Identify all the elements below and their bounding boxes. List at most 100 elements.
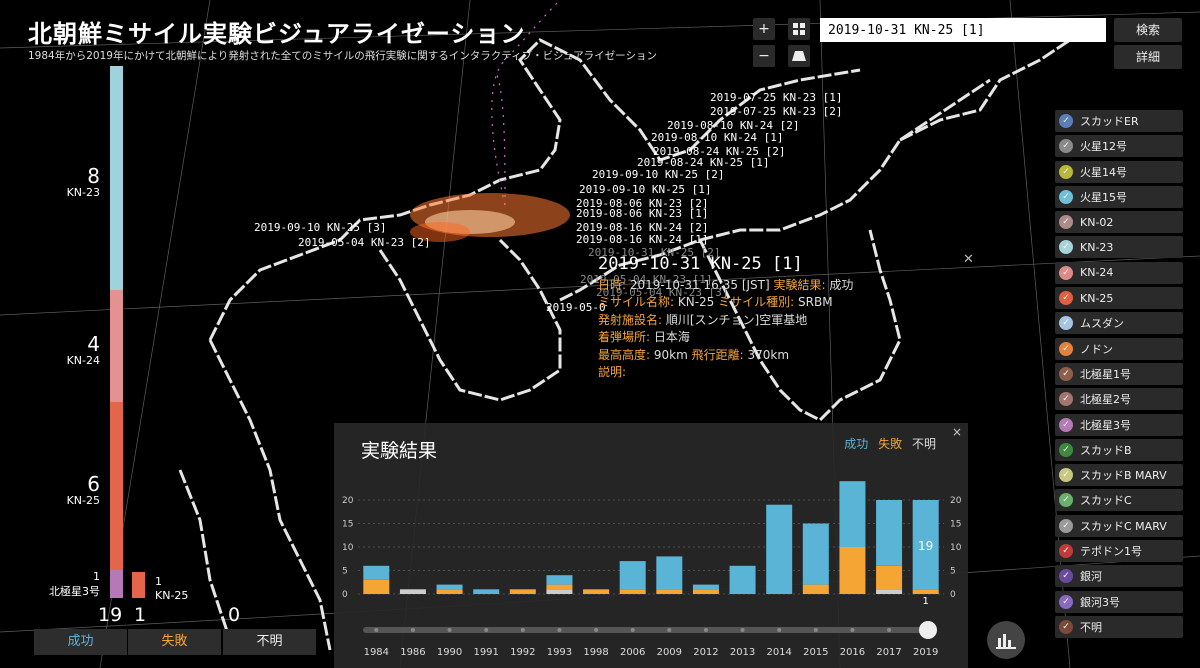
stats-toggle-button[interactable] — [987, 621, 1025, 659]
y-tick-label: 20 — [950, 496, 962, 506]
chart-bar — [692, 589, 719, 594]
legend-item[interactable]: ✓ 火星12号 — [1055, 135, 1183, 158]
popup-row-name: ミサイル名称: KN-25 ミサイル種別: SRBM — [598, 295, 833, 309]
left-bar-count: 1 — [93, 570, 100, 583]
popup-row-facility: 発射施設名: 順川[スンチョン]空軍基地 — [598, 312, 808, 327]
legend-item-label: スカッドB — [1080, 443, 1132, 457]
left-bar-label: KN-23 — [66, 186, 100, 199]
legend-item-label: 北極星2号 — [1080, 393, 1131, 407]
chart-bar — [509, 589, 536, 594]
left-bar-segment[interactable] — [110, 570, 123, 598]
map-label[interactable]: 2019-05-04 KN-23 [2] — [298, 236, 430, 249]
x-tick-label: 1998 — [583, 647, 608, 658]
legend-item[interactable]: ✓ 北極星2号 — [1055, 388, 1183, 411]
legend-item[interactable]: ✓ KN-25 — [1055, 287, 1183, 310]
chart-bar — [363, 565, 390, 580]
unknown-filter-button[interactable]: 不明 — [223, 629, 316, 655]
y-tick-label: 10 — [950, 543, 962, 553]
legend-item[interactable]: ✓ ノドン — [1055, 337, 1183, 360]
y-tick-label: 0 — [342, 590, 348, 600]
x-tick-label: 2014 — [766, 647, 791, 658]
x-tick-label: 2012 — [693, 647, 718, 658]
chart-bar — [619, 561, 646, 590]
chart-bar — [656, 589, 683, 594]
left-bar-segment[interactable] — [110, 66, 123, 290]
perspective-icon — [792, 51, 806, 61]
legend-item[interactable]: ✓ 不明 — [1055, 615, 1183, 638]
chart-bar — [876, 500, 903, 566]
missile-type-legend: ✓ スカッドER ✓ 火星12号 ✓ 火星14号 ✓ 火星15号 ✓ KN-02 ✓ KN-23 ✓ KN… — [1055, 110, 1183, 641]
legend-item[interactable]: ✓ 火星15号 — [1055, 185, 1183, 208]
y-tick-label: 15 — [950, 520, 961, 530]
detail-button[interactable]: 詳細 — [1114, 45, 1182, 69]
check-icon: ✓ — [1059, 493, 1073, 508]
timeline-tick — [594, 628, 599, 632]
legend-item[interactable]: ✓ 銀河3号 — [1055, 590, 1183, 613]
chart-bar — [436, 584, 463, 590]
legend-item-label: KN-25 — [1080, 291, 1114, 305]
timeline-tick — [703, 628, 708, 632]
map-label[interactable]: 2019-08-10 KN-24 [1] — [651, 131, 783, 144]
timeline-handle[interactable] — [919, 621, 937, 639]
check-icon: ✓ — [1059, 366, 1073, 381]
left-bar-count: 4 — [87, 332, 100, 356]
legend-item[interactable]: ✓ 銀河 — [1055, 565, 1183, 588]
success-filter-button[interactable]: 成功 — [34, 629, 127, 655]
search-button[interactable]: 検索 — [1114, 18, 1182, 42]
fail-bar — [132, 572, 145, 598]
map-label[interactable]: 2019-09-10 KN-25 [2] — [592, 168, 724, 181]
legend-item[interactable]: ✓ スカッドC MARV — [1055, 514, 1183, 537]
legend-item[interactable]: ✓ KN-02 — [1055, 211, 1183, 234]
check-icon: ✓ — [1059, 594, 1073, 609]
check-icon: ✓ — [1059, 392, 1073, 407]
x-tick-label: 2019 — [913, 647, 938, 658]
check-icon: ✓ — [1059, 442, 1073, 457]
left-bar-label: KN-24 — [66, 354, 100, 367]
legend-item-label: 銀河 — [1080, 570, 1102, 584]
map-label[interactable]: 2019-09-10 KN-25 [1] — [579, 183, 711, 196]
y-tick-label: 20 — [342, 496, 354, 506]
legend-item-label: 火星14号 — [1080, 165, 1127, 179]
x-tick-label: 2017 — [876, 647, 901, 658]
zoom-in-button[interactable]: + — [753, 18, 775, 40]
legend-item[interactable]: ✓ 火星14号 — [1055, 160, 1183, 183]
legend-item-label: 北極星3号 — [1080, 418, 1131, 432]
x-tick-label: 1993 — [547, 647, 572, 658]
map-label[interactable]: 2019-08-16 KN-24 [1] — [576, 233, 708, 246]
grid-view-button[interactable] — [788, 18, 810, 40]
legend-item[interactable]: ✓ スカッドB MARV — [1055, 464, 1183, 487]
legend-item[interactable]: ✓ KN-23 — [1055, 236, 1183, 259]
check-icon: ✓ — [1059, 619, 1073, 634]
legend-item[interactable]: ✓ スカッドC — [1055, 489, 1183, 512]
tilt-view-button[interactable] — [788, 45, 810, 67]
failure-filter-button[interactable]: 失敗 — [128, 629, 221, 655]
legend-item[interactable]: ✓ KN-24 — [1055, 261, 1183, 284]
legend-item[interactable]: ✓ テポドン1号 — [1055, 540, 1183, 563]
legend-item-label: KN-23 — [1080, 240, 1114, 254]
chart-bar — [876, 589, 903, 594]
legend-item[interactable]: ✓ スカッドB — [1055, 438, 1183, 461]
left-bar-count: 8 — [87, 164, 100, 188]
legend-item-label: 銀河3号 — [1080, 595, 1120, 609]
legend-item[interactable]: ✓ 北極星1号 — [1055, 362, 1183, 385]
legend-item-label: ノドン — [1080, 342, 1113, 356]
map-label[interactable]: 2019-08-06 KN-23 [1] — [576, 207, 708, 220]
search-input[interactable] — [820, 18, 1106, 42]
map-label[interactable]: 2019-05-0 — [546, 301, 606, 314]
y-tick-label: 15 — [342, 520, 353, 530]
legend-item[interactable]: ✓ スカッドER — [1055, 110, 1183, 132]
timeline-tick — [557, 628, 562, 632]
map-label[interactable]: 2019-09-10 KN-25 [3] — [254, 221, 386, 234]
map-label[interactable]: 2019-07-25 KN-23 [1] — [710, 91, 842, 104]
popup-row-impact: 着弾場所: 日本海 — [598, 330, 690, 344]
legend-item[interactable]: ✓ 北極星3号 — [1055, 413, 1183, 436]
popup-close-icon[interactable]: ✕ — [963, 252, 974, 267]
legend-item[interactable]: ✓ ムスダン — [1055, 312, 1183, 335]
check-icon: ✓ — [1059, 316, 1073, 331]
popup-header: 2019-10-31 KN-25 [1] — [598, 254, 803, 274]
left-bar-segment[interactable] — [110, 290, 123, 402]
left-bar-segment[interactable] — [110, 402, 123, 570]
chart-bar — [656, 556, 683, 590]
zoom-out-button[interactable]: − — [753, 45, 775, 67]
map-label[interactable]: 2019-07-25 KN-23 [2] — [710, 105, 842, 118]
